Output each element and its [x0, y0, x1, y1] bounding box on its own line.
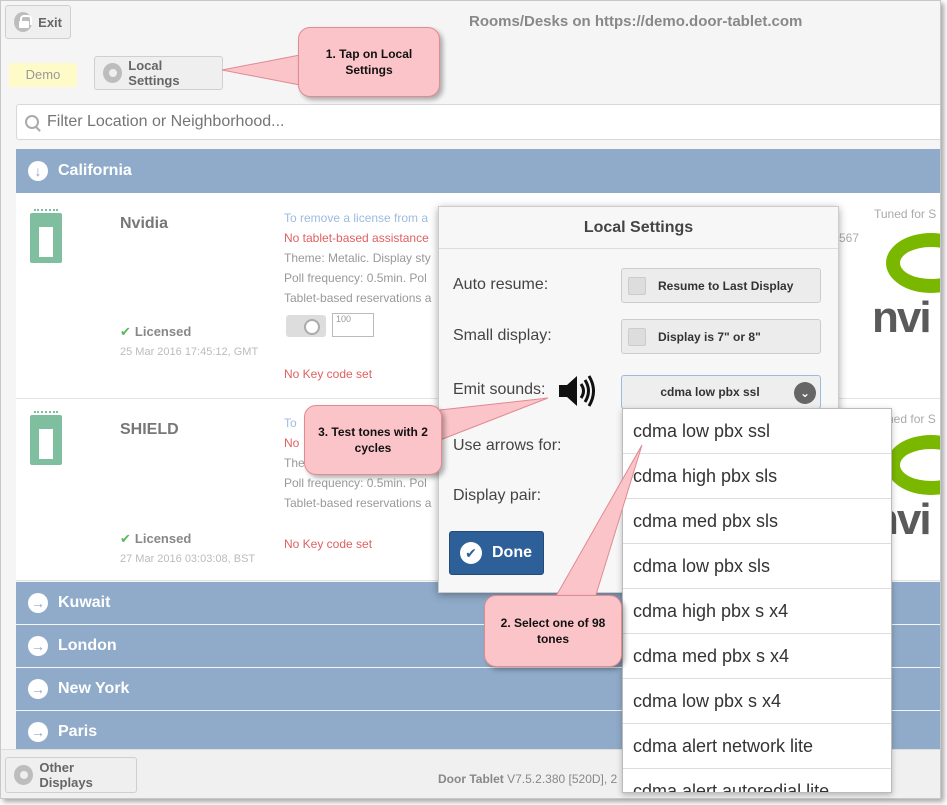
room-name: SHIELD [120, 421, 179, 438]
region-label: Kuwait [58, 594, 111, 611]
room-info-line[interactable]: To remove a license from a [284, 211, 428, 225]
tone-select-value: cdma low pbx ssl [660, 385, 760, 399]
tuned-label: Tuned for S [874, 207, 937, 221]
nvidia-logo: nvi [872, 223, 940, 343]
dialog-title: Local Settings [439, 207, 838, 249]
footer-version-number: V7.5.2.380 [520D], 2 [507, 772, 618, 786]
keycode-status: No Key code set [284, 537, 373, 551]
arrow-right-icon: → [28, 679, 48, 699]
check-icon: ✔ [120, 324, 131, 339]
checkbox-label: Display is 7" or 8" [658, 329, 761, 344]
arrow-right-icon: → [28, 722, 48, 742]
callout-step-3: 3. Test tones with 2 cycles [304, 405, 442, 475]
door-icon [30, 411, 62, 465]
region-california[interactable]: ↓ California [16, 149, 940, 193]
speaker-icon[interactable] [557, 373, 597, 409]
auto-resume-checkbox[interactable]: Resume to Last Display [621, 268, 821, 303]
exit-label: Exit [38, 14, 62, 30]
callout-step-1: 1. Tap on Local Settings [298, 27, 440, 97]
room-info-line: Poll frequency: 0.5min. Pol [284, 476, 427, 490]
logo-eye [886, 435, 940, 495]
room-info-line: Poll frequency: 0.5min. Pol [284, 271, 427, 285]
checkbox-box [628, 276, 646, 295]
logo-text: nvi [872, 293, 932, 342]
demo-badge: Demo [9, 63, 77, 87]
keycode-status: No Key code set [284, 367, 373, 381]
checkbox-box [628, 327, 646, 346]
filter-input[interactable] [47, 113, 747, 131]
other-displays-label: Other Displays [39, 760, 93, 790]
room-info-line[interactable]: To [284, 416, 297, 430]
callout-step-2: 2. Select one of 98 tones [484, 595, 622, 667]
page-title: Rooms/Desks on https://demo.door-tablet.… [469, 13, 803, 30]
room-number: 567 [839, 231, 860, 245]
arrow-right-icon: → [28, 593, 48, 613]
local-settings-label: Local Settings [128, 58, 180, 88]
room-info-line: Tablet-based reservations a [284, 291, 432, 305]
done-button[interactable]: ✔ Done [449, 531, 544, 575]
gear-icon [14, 765, 34, 785]
tone-option[interactable]: cdma high pbx s x4 [623, 589, 891, 634]
exit-button[interactable]: Exit [5, 5, 71, 39]
room-info-line: Tablet-based reservations a [284, 496, 432, 510]
license-label: Licensed [134, 324, 192, 339]
chevron-down-icon: ⌄ [794, 382, 816, 404]
room-info-line: No [284, 436, 300, 450]
emit-sounds-label: Emit sounds: [453, 381, 546, 398]
tone-option[interactable]: cdma med pbx s x4 [623, 634, 891, 679]
tone-option[interactable]: cdma low pbx sls [623, 544, 891, 589]
room-name: Nvidia [120, 215, 169, 232]
room-info-line: The [284, 456, 305, 470]
other-displays-button[interactable]: Other Displays [5, 757, 137, 793]
check-icon: ✔ [120, 531, 131, 546]
tone-option[interactable]: cdma high pbx sls [623, 454, 891, 499]
license-timestamp: 25 Mar 2016 17:45:12, GMT [120, 346, 259, 358]
display-pair-label: Display pair: [453, 487, 542, 504]
door-icon [30, 209, 62, 263]
license-status: ✔ Licensed [120, 324, 191, 340]
auto-resume-label: Auto resume: [453, 276, 549, 293]
search-icon [25, 115, 39, 129]
arrow-down-icon: ↓ [28, 161, 48, 181]
checkbox-label: Resume to Last Display [658, 278, 794, 293]
region-label: New York [58, 680, 130, 697]
tone-option[interactable]: cdma alert network lite [623, 724, 891, 769]
tuned-label: ned for S [887, 412, 936, 426]
small-display-label: Small display: [453, 327, 552, 344]
region-label: London [58, 637, 117, 654]
room-info-line: Theme: Metalic. Display sty [284, 251, 431, 265]
tone-option[interactable]: cdma med pbx sls [623, 499, 891, 544]
tone-option[interactable]: cdma low pbx s x4 [623, 679, 891, 724]
small-display-checkbox[interactable]: Display is 7" or 8" [621, 319, 821, 354]
use-arrows-label: Use arrows for: [453, 437, 562, 454]
projector-icon [286, 315, 326, 337]
local-settings-button[interactable]: Local Settings [94, 56, 223, 90]
tone-option[interactable]: cdma low pbx ssl [623, 409, 891, 454]
license-label: Licensed [134, 531, 192, 546]
display-icon: 100 [332, 313, 374, 337]
footer-version: Door Tablet V7.5.2.380 [520D], 2 [438, 772, 617, 786]
done-label: Done [492, 544, 532, 561]
check-circle-icon: ✔ [460, 542, 482, 564]
region-label: Paris [58, 723, 98, 740]
footer-brand: Door Tablet [438, 772, 504, 786]
logo-eye [886, 233, 940, 293]
room-info-line: No tablet-based assistance [284, 231, 429, 245]
filter-field[interactable] [16, 104, 940, 140]
license-timestamp: 27 Mar 2016 03:03:08, BST [120, 553, 256, 565]
license-status: ✔ Licensed [120, 531, 191, 547]
region-label: California [58, 162, 132, 179]
arrow-right-icon: → [28, 636, 48, 656]
tone-option[interactable]: cdma alert autoredial lite [623, 769, 891, 792]
lock-icon [14, 12, 33, 32]
gear-icon [103, 63, 123, 83]
tone-select[interactable]: cdma low pbx ssl ⌄ [621, 375, 821, 409]
tone-dropdown-list[interactable]: cdma low pbx ssl cdma high pbx sls cdma … [622, 408, 892, 793]
